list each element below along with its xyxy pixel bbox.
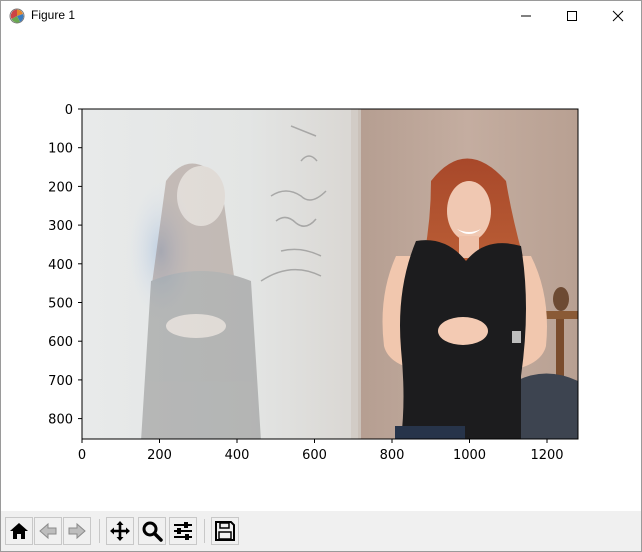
x-tick-label: 1200 bbox=[530, 448, 563, 463]
maximize-button[interactable] bbox=[549, 1, 595, 31]
y-axis: 0 100 200 300 400 500 600 700 800 bbox=[48, 103, 82, 428]
figure-canvas[interactable]: 0 100 200 300 400 500 600 700 800 0 200 … bbox=[1, 31, 641, 511]
y-tick-label: 800 bbox=[48, 413, 73, 428]
y-tick-label: 500 bbox=[48, 297, 73, 312]
save-button[interactable] bbox=[211, 517, 239, 545]
figure-window: Figure 1 0 100 200 300 400 500 600 700 8… bbox=[0, 0, 642, 552]
x-axis: 0 200 400 600 800 1000 1200 bbox=[78, 439, 564, 463]
zoom-magnifier-icon bbox=[142, 521, 163, 542]
forward-button[interactable] bbox=[63, 517, 91, 545]
pan-move-icon bbox=[110, 521, 130, 541]
zoom-button[interactable] bbox=[138, 517, 166, 545]
y-tick-label: 0 bbox=[65, 103, 73, 118]
back-arrow-icon bbox=[39, 522, 57, 540]
toolbar-separator bbox=[99, 519, 100, 543]
home-button[interactable] bbox=[5, 517, 33, 545]
minimize-button[interactable] bbox=[503, 1, 549, 31]
displayed-image bbox=[82, 109, 578, 439]
toolbar-separator bbox=[204, 519, 205, 543]
window-title: Figure 1 bbox=[31, 8, 76, 22]
x-tick-label: 400 bbox=[225, 448, 250, 463]
axes[interactable]: 0 100 200 300 400 500 600 700 800 0 200 … bbox=[1, 31, 641, 511]
x-tick-label: 200 bbox=[147, 448, 172, 463]
pan-button[interactable] bbox=[106, 517, 134, 545]
forward-arrow-icon bbox=[68, 522, 86, 540]
y-tick-label: 700 bbox=[48, 374, 73, 389]
sliders-icon bbox=[174, 522, 192, 540]
floppy-disk-icon bbox=[215, 521, 235, 541]
title-bar[interactable]: Figure 1 bbox=[1, 1, 641, 31]
maximize-icon bbox=[567, 11, 577, 21]
y-tick-label: 600 bbox=[48, 335, 73, 350]
close-icon bbox=[612, 10, 624, 22]
x-tick-label: 0 bbox=[78, 448, 86, 463]
minimize-icon bbox=[521, 15, 531, 17]
back-button[interactable] bbox=[34, 517, 62, 545]
x-tick-label: 600 bbox=[302, 448, 327, 463]
y-tick-label: 400 bbox=[48, 258, 73, 273]
y-tick-label: 300 bbox=[48, 219, 73, 234]
matplotlib-figure-icon bbox=[9, 8, 25, 24]
y-tick-label: 100 bbox=[48, 142, 73, 157]
x-tick-label: 1000 bbox=[453, 448, 486, 463]
close-button[interactable] bbox=[595, 1, 641, 31]
x-tick-label: 800 bbox=[380, 448, 405, 463]
home-icon bbox=[10, 523, 28, 539]
configure-subplots-button[interactable] bbox=[169, 517, 197, 545]
navigation-toolbar bbox=[1, 511, 641, 551]
y-tick-label: 200 bbox=[48, 180, 73, 195]
